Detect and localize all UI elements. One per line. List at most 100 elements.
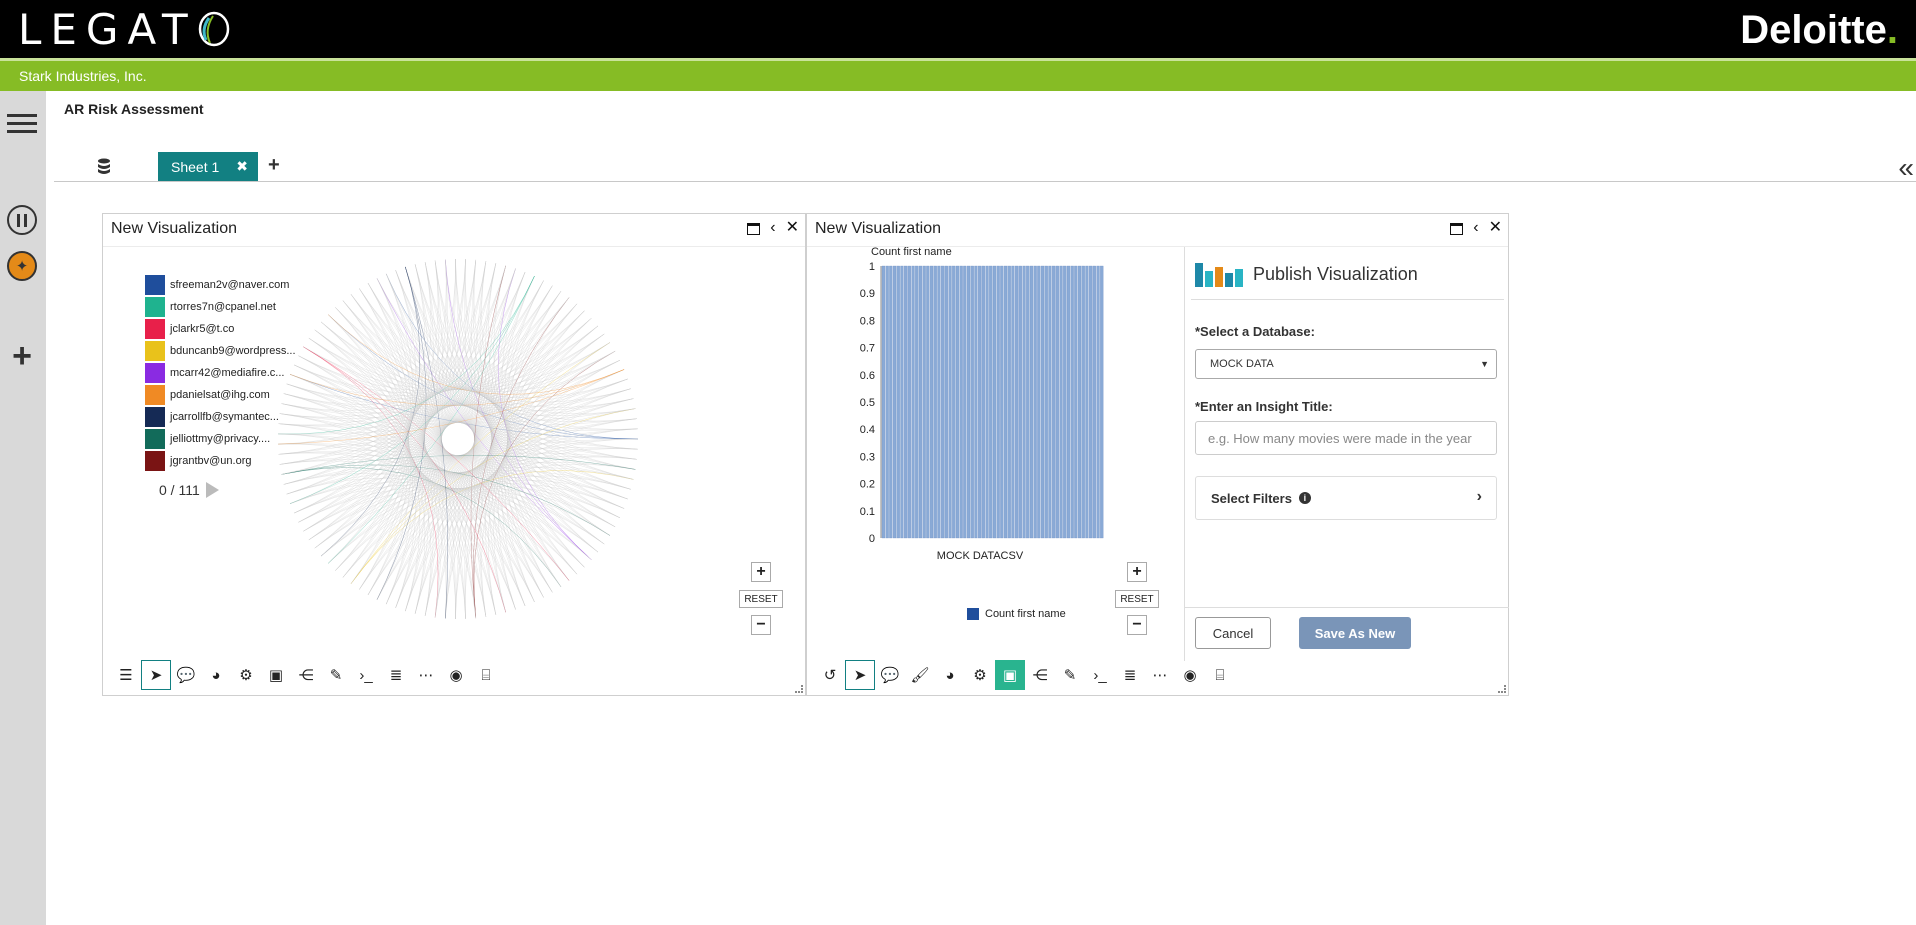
bar-chart[interactable]: Count first name MOCK DATACSV 1 0.9 0.8 0.7…	[817, 244, 1127, 574]
bar[interactable]	[1085, 265, 1089, 539]
legend-item[interactable]: pdanielsat@ihg.com	[145, 384, 296, 406]
pie-chart-icon[interactable]: ◕	[201, 660, 231, 690]
bar[interactable]	[985, 265, 989, 539]
collapse-panel-icon[interactable]: «	[1898, 152, 1913, 184]
radial-chart[interactable]	[273, 254, 643, 624]
legend-item[interactable]: jclarkr5@t.co	[145, 318, 296, 340]
bar[interactable]	[1081, 265, 1085, 539]
insight-title-input[interactable]	[1195, 421, 1497, 455]
bar[interactable]	[889, 265, 893, 539]
more-icon[interactable]: ⋯	[411, 660, 441, 690]
brush-icon[interactable]: 🖌	[905, 660, 935, 690]
close-icon[interactable]: ✕	[1489, 218, 1502, 238]
bar[interactable]	[1055, 265, 1059, 539]
legend-item[interactable]: sfreeman2v@naver.com	[145, 274, 296, 296]
database-icon[interactable]	[96, 158, 112, 176]
bar[interactable]	[1077, 265, 1082, 539]
bar[interactable]	[1007, 265, 1011, 539]
tab-sheet-1[interactable]: Sheet 1 ✖	[158, 152, 258, 181]
resize-handle[interactable]	[1498, 685, 1506, 693]
add-sheet-button[interactable]: +	[268, 154, 280, 177]
list-icon[interactable]: ≣	[381, 660, 411, 690]
menu-icon[interactable]	[5, 107, 39, 141]
bar[interactable]	[1015, 265, 1019, 539]
share-icon[interactable]: ⋲	[291, 660, 321, 690]
select-icon[interactable]: ➤	[141, 660, 171, 690]
comment-icon[interactable]: 💬	[875, 660, 905, 690]
reset-button[interactable]: RESET	[1115, 590, 1159, 608]
console-icon[interactable]: ›_	[1085, 660, 1115, 690]
bar[interactable]	[1000, 265, 1004, 539]
settings-icon[interactable]: ⚙	[231, 660, 261, 690]
bar[interactable]	[1022, 265, 1026, 539]
legend-item[interactable]: mcarr42@mediafire.c...	[145, 362, 296, 384]
bar[interactable]	[881, 265, 886, 539]
bar[interactable]	[996, 265, 1000, 539]
bar[interactable]	[1059, 265, 1063, 539]
menu-icon[interactable]: ☰	[111, 660, 141, 690]
next-page-icon[interactable]	[205, 482, 219, 498]
bar[interactable]	[959, 265, 963, 539]
select-filters-button[interactable]: Select Filters i ›	[1195, 476, 1497, 520]
bar[interactable]	[1033, 265, 1037, 539]
bar[interactable]	[955, 265, 960, 539]
pause-icon[interactable]	[5, 203, 39, 237]
bar[interactable]	[933, 265, 937, 539]
bar[interactable]	[896, 265, 900, 539]
bar[interactable]	[1048, 265, 1052, 539]
chevron-left-icon[interactable]: ‹	[770, 218, 775, 238]
bar[interactable]	[941, 265, 945, 539]
pie-chart-icon[interactable]: ◕	[935, 660, 965, 690]
bar[interactable]	[1052, 265, 1056, 539]
reset-button[interactable]: RESET	[739, 590, 783, 608]
edit-icon[interactable]: ✎	[321, 660, 351, 690]
palette-icon[interactable]: ◉	[441, 660, 471, 690]
bar[interactable]	[929, 265, 934, 539]
bar[interactable]	[1100, 265, 1104, 539]
bar[interactable]	[970, 265, 974, 539]
edit-icon[interactable]: ✎	[1055, 660, 1085, 690]
bar[interactable]	[1003, 265, 1008, 539]
database-select[interactable]: MOCK DATA ▼	[1195, 349, 1497, 379]
bar[interactable]	[948, 265, 952, 539]
bar[interactable]	[1070, 265, 1074, 539]
bar[interactable]	[1029, 265, 1034, 539]
bar[interactable]	[900, 265, 904, 539]
save-as-new-button[interactable]: Save As New	[1299, 617, 1411, 649]
bar[interactable]	[944, 265, 948, 539]
palette-icon[interactable]: ◉	[1175, 660, 1205, 690]
zoom-out-button[interactable]: −	[1127, 615, 1147, 635]
legend-item[interactable]: jcarrollfb@symantec...	[145, 406, 296, 428]
bar[interactable]	[1037, 265, 1041, 539]
legend-item[interactable]: jelliottmy@privacy....	[145, 428, 296, 450]
bar[interactable]	[926, 265, 930, 539]
bar[interactable]	[989, 265, 993, 539]
bar[interactable]	[1040, 265, 1045, 539]
list-icon[interactable]: ≣	[1115, 660, 1145, 690]
bar[interactable]	[1063, 265, 1067, 539]
bar[interactable]	[992, 265, 997, 539]
bar[interactable]	[937, 265, 941, 539]
resize-handle[interactable]	[795, 685, 803, 693]
code-file-icon[interactable]: ⌸	[471, 660, 501, 690]
more-icon[interactable]: ⋯	[1145, 660, 1175, 690]
bar[interactable]	[952, 265, 956, 539]
bar[interactable]	[1011, 265, 1015, 539]
code-file-icon[interactable]: ⌸	[1205, 660, 1235, 690]
bar[interactable]	[892, 265, 897, 539]
legend-item[interactable]: rtorres7n@cpanel.net	[145, 296, 296, 318]
bar[interactable]	[966, 265, 971, 539]
bar[interactable]	[1089, 265, 1093, 539]
zoom-out-button[interactable]: −	[751, 615, 771, 635]
legend-item[interactable]: bduncanb9@wordpress...	[145, 340, 296, 362]
bar[interactable]	[885, 265, 889, 539]
maximize-icon[interactable]	[747, 223, 761, 235]
zoom-in-button[interactable]: +	[751, 562, 771, 582]
bar[interactable]	[1074, 265, 1078, 539]
undo-icon[interactable]: ↺	[815, 660, 845, 690]
bar[interactable]	[1066, 265, 1071, 539]
bar[interactable]	[1044, 265, 1048, 539]
bar[interactable]	[922, 265, 926, 539]
chevron-left-icon[interactable]: ‹	[1473, 218, 1478, 238]
bar[interactable]	[1096, 265, 1100, 539]
